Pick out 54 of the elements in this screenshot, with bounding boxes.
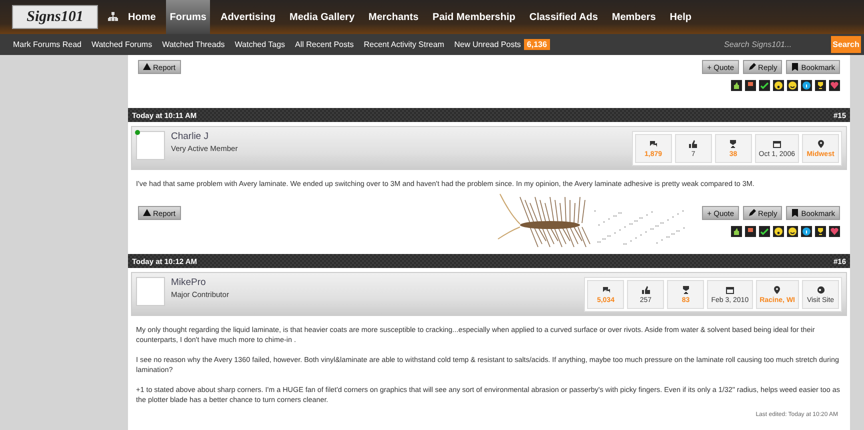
sitemap-icon: [108, 12, 118, 22]
pencil-icon: [748, 63, 756, 71]
nav-tab[interactable]: Advertising: [216, 0, 280, 34]
pencil-icon: [748, 209, 756, 217]
username-link[interactable]: MikePro: [171, 277, 229, 288]
nav-link[interactable]: Recent Activity Stream: [364, 40, 444, 49]
heart-icon: [829, 226, 840, 237]
search-field[interactable]: Search Signs101...: [722, 39, 821, 50]
nav-tab[interactable]: Paid Membership: [428, 0, 520, 34]
check-icon: [759, 226, 770, 237]
nav-tab[interactable]: Forums: [166, 0, 210, 34]
check-icon: [759, 80, 770, 91]
speech-bubble-icon: [602, 286, 610, 294]
thumbs-up-icon: [731, 80, 742, 91]
nav-tab[interactable]: Members: [608, 0, 660, 34]
thumbs-up-icon: [642, 286, 650, 294]
trophy-icon: [682, 286, 690, 294]
trophy-icon: [815, 80, 826, 91]
calendar-icon: [726, 286, 734, 294]
nav-tab[interactable]: Merchants: [364, 0, 423, 34]
nav-link[interactable]: Watched Tags: [234, 40, 286, 49]
thumbs-up-icon: [731, 226, 742, 237]
nav-link[interactable]: Watched Forums: [91, 40, 152, 49]
info-icon: [801, 226, 812, 237]
map-pin-icon: [773, 286, 782, 294]
speech-bubble-icon: [649, 140, 658, 148]
nav-link[interactable]: Mark Forums Read: [13, 40, 82, 49]
surprised-face-icon: [773, 226, 784, 237]
unread-count-badge: 6,136: [524, 39, 550, 50]
trophy-icon: [729, 140, 738, 148]
avatar-placeholder[interactable]: [136, 131, 165, 160]
bookmark-icon: [791, 63, 800, 71]
calendar-icon: [772, 140, 781, 148]
nav-tab[interactable]: Help: [666, 0, 696, 34]
username-link[interactable]: Charlie J: [171, 131, 238, 142]
nav-tab[interactable]: Classified Ads: [525, 0, 602, 34]
surprised-face-icon: [773, 80, 784, 91]
map-pin-icon: [816, 140, 824, 148]
heart-icon: [829, 80, 840, 91]
nav-tab[interactable]: Home: [124, 0, 160, 34]
avatar-placeholder[interactable]: [136, 277, 165, 306]
smiley-icon: [787, 226, 798, 237]
warning-icon: [143, 209, 151, 217]
trophy-icon: [815, 226, 826, 237]
thumbs-up-icon: [689, 140, 698, 148]
nav-link[interactable]: Watched Threads: [162, 40, 225, 49]
nav-link[interactable]: New Unread Posts: [454, 40, 521, 49]
nav-tab[interactable]: Media Gallery: [285, 0, 359, 34]
bookmark-icon: [791, 209, 800, 217]
warning-icon: [143, 63, 151, 71]
info-icon: [801, 80, 812, 91]
nav-link[interactable]: All Recent Posts: [295, 40, 354, 49]
site-logo[interactable]: Signs101: [12, 5, 98, 29]
smiley-icon: [787, 80, 798, 91]
